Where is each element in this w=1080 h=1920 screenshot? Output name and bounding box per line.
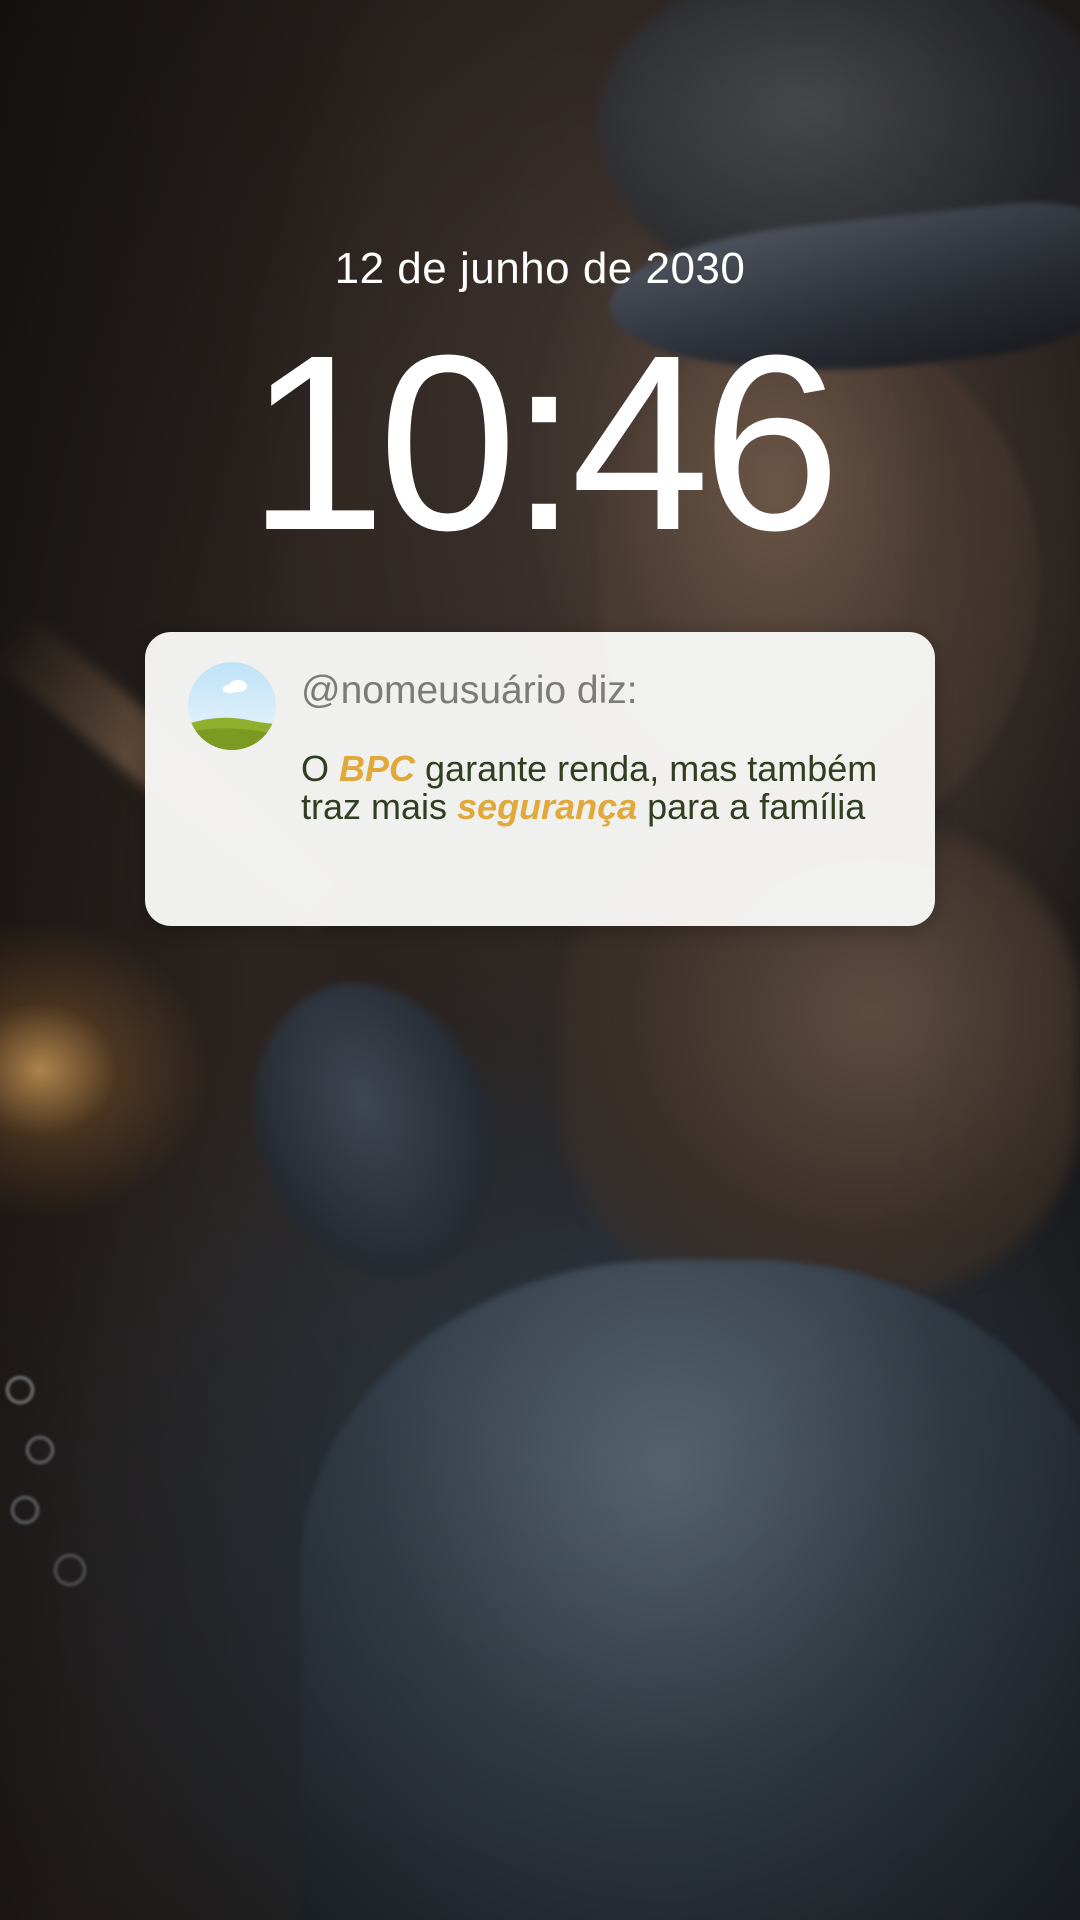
message-text: O xyxy=(301,748,340,789)
notification-message: O BPC garante renda, mas também traz mai… xyxy=(301,750,901,826)
message-text: para a família xyxy=(637,786,866,827)
lock-screen: 12 de junho de 2030 10:46 @nomeusuário d… xyxy=(0,0,1080,1920)
notification-card[interactable]: @nomeusuário diz: O BPC garante renda, m… xyxy=(145,632,935,926)
message-highlight-seguranca: segurança xyxy=(457,786,638,827)
notification-sender: @nomeusuário diz: xyxy=(301,669,638,712)
wallpaper-dress xyxy=(300,1260,1080,1920)
lock-time: 10:46 xyxy=(247,303,841,582)
landscape-avatar-icon xyxy=(188,662,276,750)
message-highlight-bpc: BPC xyxy=(339,748,416,789)
wallpaper-chain xyxy=(0,1360,120,1620)
lock-date: 12 de junho de 2030 xyxy=(334,244,746,293)
wallpaper-arm xyxy=(215,949,535,1311)
